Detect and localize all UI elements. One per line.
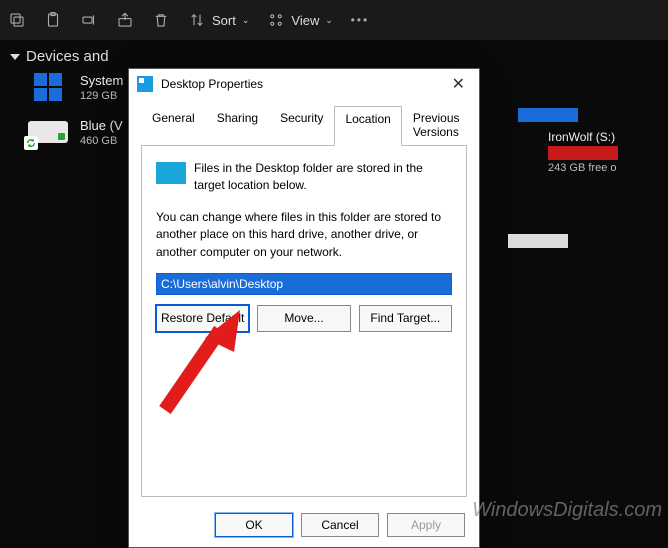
- tab-sharing[interactable]: Sharing: [206, 105, 269, 145]
- tab-location[interactable]: Location: [334, 106, 401, 146]
- location-path-input[interactable]: [156, 273, 452, 295]
- chevron-down-icon: [10, 54, 20, 60]
- view-label: View: [291, 13, 319, 28]
- properties-dialog: Desktop Properties ✕ General Sharing Sec…: [128, 68, 480, 548]
- dialog-footer: OK Cancel Apply: [129, 503, 479, 547]
- share-icon[interactable]: [116, 11, 134, 29]
- drive-name: Blue (V: [80, 118, 123, 133]
- restore-default-button[interactable]: Restore Default: [156, 305, 249, 332]
- drive-size: 243 GB free o: [548, 162, 668, 174]
- sync-icon: [24, 136, 38, 150]
- drive-os-icon: [28, 73, 72, 101]
- copy-icon[interactable]: [8, 11, 26, 29]
- usage-bar: [508, 234, 568, 248]
- sort-label: Sort: [212, 13, 236, 28]
- usage-bar-critical: [548, 146, 618, 160]
- rename-icon[interactable]: [80, 11, 98, 29]
- ok-button[interactable]: OK: [215, 513, 293, 537]
- more-icon[interactable]: •••: [351, 11, 369, 29]
- find-target-button[interactable]: Find Target...: [359, 305, 452, 332]
- close-button[interactable]: ✕: [446, 72, 471, 96]
- delete-icon[interactable]: [152, 11, 170, 29]
- drive-name: System: [80, 73, 123, 88]
- tab-panel-location: Files in the Desktop folder are stored i…: [141, 145, 467, 497]
- right-drives: IronWolf (S:) 243 GB free o: [548, 108, 668, 248]
- tablist: General Sharing Security Location Previo…: [129, 99, 479, 145]
- content: Devices and System 129 GB Blue (V 460 GB…: [0, 40, 668, 528]
- toolbar: Sort ⌄ View ⌄ •••: [0, 0, 668, 40]
- section-title: Devices and: [26, 48, 109, 65]
- apply-button[interactable]: Apply: [387, 513, 465, 537]
- tab-security[interactable]: Security: [269, 105, 334, 145]
- view-menu[interactable]: View ⌄: [267, 11, 333, 29]
- watermark: WindowsDigitals.com: [472, 499, 662, 522]
- move-button[interactable]: Move...: [257, 305, 350, 332]
- cancel-button[interactable]: Cancel: [301, 513, 379, 537]
- drive-size: 460 GB: [80, 135, 123, 147]
- location-desc-1: Files in the Desktop folder are stored i…: [194, 160, 452, 195]
- view-icon: [267, 11, 285, 29]
- chevron-down-icon: ⌄: [325, 15, 333, 26]
- sort-icon: [188, 11, 206, 29]
- folder-icon: [156, 162, 186, 184]
- chevron-down-icon: ⌄: [242, 15, 250, 26]
- drive-hdd-icon: [28, 118, 72, 146]
- location-desc-2: You can change where files in this folde…: [156, 209, 452, 261]
- tab-previous-versions[interactable]: Previous Versions: [402, 105, 471, 145]
- sort-menu[interactable]: Sort ⌄: [188, 11, 249, 29]
- dialog-titlebar: Desktop Properties ✕: [129, 69, 479, 99]
- tab-general[interactable]: General: [141, 105, 206, 145]
- paste-icon[interactable]: [44, 11, 62, 29]
- drive-name[interactable]: IronWolf (S:): [548, 130, 668, 144]
- usage-bar: [518, 108, 578, 122]
- dialog-title: Desktop Properties: [161, 77, 263, 91]
- drive-size: 129 GB: [80, 90, 123, 102]
- desktop-icon: [137, 76, 153, 92]
